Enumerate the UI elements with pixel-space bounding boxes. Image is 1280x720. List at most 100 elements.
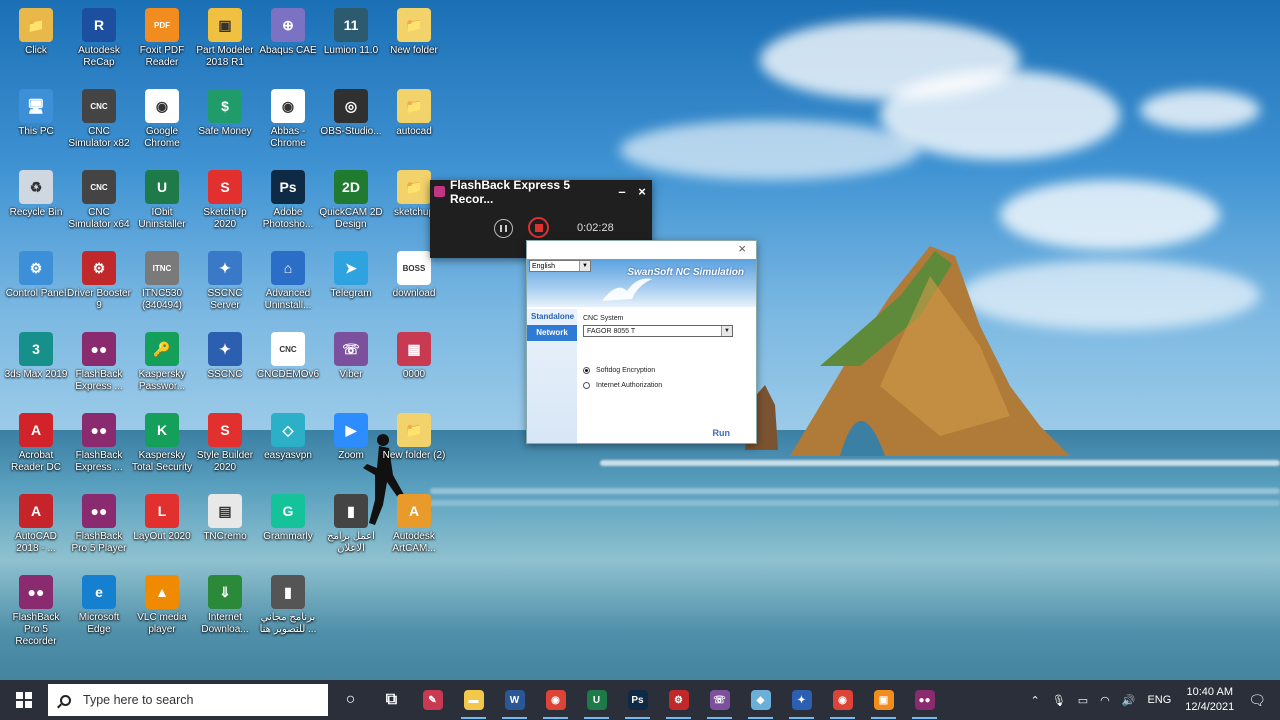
microphone-icon[interactable]: 🎙 [1052, 694, 1066, 707]
desktop-icon[interactable]: ◉ Google Chrome [130, 85, 194, 165]
cnc-system-select[interactable]: FAGOR 8055 T ▼ [583, 325, 733, 337]
desktop-icon[interactable]: K Kaspersky Total Security [130, 409, 194, 489]
desktop-icon[interactable]: A AutoCAD 2018 - ... [4, 490, 68, 570]
minimize-button[interactable]: – [612, 184, 632, 199]
desktop-icon[interactable]: ☏ Viber [319, 328, 383, 408]
desktop-icon[interactable]: 📁 New folder [382, 4, 446, 84]
desktop-icon[interactable]: 3 3ds Max 2019 [4, 328, 68, 408]
desktop-icon[interactable]: U IObit Uninstaller [130, 166, 194, 246]
desktop-icon[interactable]: S Style Builder 2020 [193, 409, 257, 489]
taskbar-app-app-orange[interactable]: ▣ [863, 680, 904, 720]
desktop-icon[interactable]: R Autodesk ReCap [67, 4, 131, 84]
desktop-icon[interactable]: 🔑 Kaspersky Passwor... [130, 328, 194, 408]
desktop-icon[interactable]: CNC CNCDEMOv6 [256, 328, 320, 408]
desktop-icon[interactable]: Ps Adobe Photosho... [256, 166, 320, 246]
taskbar-app-photoshop[interactable]: Ps [617, 680, 658, 720]
desktop-icon[interactable]: ●● FlashBack Pro 5 Player [67, 490, 131, 570]
desktop-icon[interactable]: 🖥 This PC [4, 85, 68, 165]
desktop-icon[interactable]: ◇ easyasvpn [256, 409, 320, 489]
desktop-icon[interactable]: ▤ TNCremo [193, 490, 257, 570]
desktop-icon[interactable]: ITNC ITNC530 (340494) [130, 247, 194, 327]
desktop-icon[interactable]: ●● FlashBack Pro 5 Recorder [4, 571, 68, 651]
clock[interactable]: 10:40 AM 12/4/2021 [1185, 685, 1234, 715]
desktop-icon[interactable]: ⚙ Control Panel [4, 247, 68, 327]
desktop-icon-label: SSCNC Server [207, 288, 243, 311]
desktop-icon[interactable]: A Acrobat Reader DC [4, 409, 68, 489]
desktop-icon[interactable]: ⊕ Abaqus CAE [256, 4, 320, 84]
desktop-icon[interactable]: ♻ Recycle Bin [4, 166, 68, 246]
desktop-icon[interactable]: ✦ SSCNC Server [193, 247, 257, 327]
pause-button[interactable] [494, 219, 513, 238]
desktop-icon-label: SSCNC [207, 369, 243, 380]
desktop-icon-label: Autodesk ReCap [78, 45, 120, 68]
swansoft-close-button[interactable]: × [738, 241, 746, 256]
battery-icon[interactable]: ▭ [1078, 694, 1088, 707]
desktop-icon[interactable]: PDF Foxit PDF Reader [130, 4, 194, 84]
desktop-icon[interactable]: L LayOut 2020 [130, 490, 194, 570]
desktop-icon[interactable]: ▲ VLC media player [130, 571, 194, 651]
chevron-up-icon[interactable]: ⌃ [1031, 694, 1040, 707]
softdog-encryption-radio[interactable]: Softdog Encryption [583, 367, 753, 374]
swansoft-titlebar[interactable]: × [527, 241, 756, 259]
desktop-icon[interactable]: S SketchUp 2020 [193, 166, 257, 246]
desktop-icon[interactable]: G Grammarly [256, 490, 320, 570]
desktop-icon[interactable]: 11 Lumion 11.0 [319, 4, 383, 84]
taskbar-app-iobit[interactable]: U [576, 680, 617, 720]
taskbar-app-word[interactable]: W [494, 680, 535, 720]
taskbar-app-app-blue[interactable]: ◆ [740, 680, 781, 720]
desktop-icon[interactable]: ◎ OBS-Studio... [319, 85, 383, 165]
desktop-icon[interactable]: 📁 Click [4, 4, 68, 84]
taskbar-app-task-view[interactable]: ⧉ [371, 680, 412, 720]
desktop-icon[interactable]: A Autodesk ArtCAM... [382, 490, 446, 570]
flashback-titlebar[interactable]: FlashBack Express 5 Recor... – × [430, 178, 652, 206]
desktop-icon[interactable]: CNC CNC Simulator x82 [67, 85, 131, 165]
desktop-icon[interactable]: ▮ برنامج مجاني للتصوير هنا ... [256, 571, 320, 651]
tab-network[interactable]: Network [527, 325, 577, 341]
swansoft-window[interactable]: × English ▼ SwanSoft NC Simulation Stand… [526, 240, 757, 444]
taskbar-app-driver-booster[interactable]: ⚙ [658, 680, 699, 720]
taskbar-app-viber[interactable]: ☏ [699, 680, 740, 720]
desktop-icon[interactable]: ⚙ Driver Booster 9 [67, 247, 131, 327]
desktop-icon[interactable]: ▮ اعمل برامج الاعلان [319, 490, 383, 570]
desktop-icon[interactable]: ✦ SSCNC [193, 328, 257, 408]
taskbar-app-chrome-2[interactable]: ◉ [822, 680, 863, 720]
taskbar-app-sscnc[interactable]: ✦ [781, 680, 822, 720]
taskbar-app-chrome[interactable]: ◉ [535, 680, 576, 720]
desktop-icon[interactable]: BOSS download [382, 247, 446, 327]
desktop-icon[interactable]: ●● FlashBack Express ... [67, 328, 131, 408]
cnc-system-label: CNC System [583, 315, 624, 322]
desktop-icon[interactable]: 📁 autocad [382, 85, 446, 165]
language-indicator[interactable]: ENG [1147, 694, 1171, 706]
desktop-icon[interactable]: $ Safe Money [193, 85, 257, 165]
desktop-icon[interactable]: ▦ 0000 [382, 328, 446, 408]
desktop-icon[interactable]: ●● FlashBack Express ... [67, 409, 131, 489]
wifi-icon[interactable]: ◠ [1100, 694, 1110, 707]
close-button[interactable]: × [632, 184, 652, 199]
desktop-icon[interactable]: 2D QuickCAM 2D Design [319, 166, 383, 246]
stop-button[interactable] [528, 217, 549, 238]
desktop-icon-label: autocad [396, 126, 432, 137]
desktop-icon[interactable]: ◉ Abbas - Chrome [256, 85, 320, 165]
desktop-icon[interactable]: e Microsoft Edge [67, 571, 131, 651]
taskbar-app-file-explorer[interactable]: ▬ [453, 680, 494, 720]
app-icon: ◉ [271, 89, 305, 123]
tab-standalone[interactable]: Standalone [527, 309, 577, 325]
notifications-icon[interactable]: 🗨 [1248, 692, 1266, 709]
desktop-icon[interactable]: ▣ Part Modeler 2018 R1 [193, 4, 257, 84]
desktop-icon[interactable]: ⌂ Advanced Uninstall... [256, 247, 320, 327]
app-icon: ▮ [334, 494, 368, 528]
desktop-icon[interactable]: ⇓ Internet Downloa... [193, 571, 257, 651]
desktop-icon[interactable]: CNC CNC Simulator x64 [67, 166, 131, 246]
language-select[interactable]: English ▼ [529, 260, 591, 272]
desktop-icon[interactable]: 📁 New folder (2) [382, 409, 446, 489]
taskbar-app-pen[interactable]: ✎ [412, 680, 453, 720]
desktop-icon[interactable]: ▶ Zoom [319, 409, 383, 489]
taskbar-app-flashback[interactable]: ●● [904, 680, 945, 720]
internet-authorization-radio[interactable]: Internet Authorization [583, 382, 753, 389]
taskbar-app-cortana[interactable]: ○ [330, 680, 371, 720]
volume-icon[interactable]: 🔊 [1122, 694, 1136, 707]
taskbar-search[interactable]: Type here to search [48, 684, 328, 716]
run-button[interactable]: Run [713, 428, 731, 438]
desktop-icon[interactable]: ➤ Telegram [319, 247, 383, 327]
start-button[interactable] [0, 680, 48, 720]
